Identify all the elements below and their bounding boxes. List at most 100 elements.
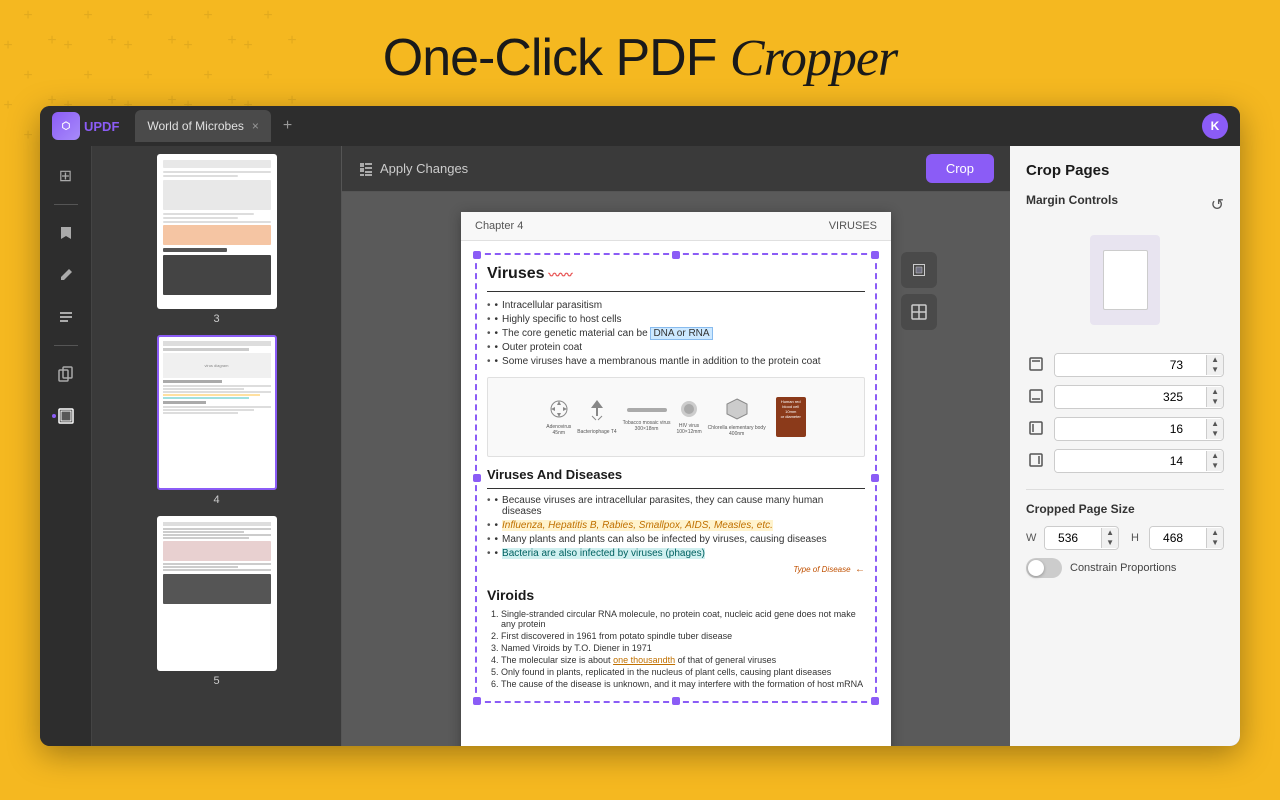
thumbnail-image-3: [157, 154, 277, 309]
height-stepper: ▲ ▼: [1206, 528, 1223, 548]
crop-handle-br[interactable]: [871, 697, 879, 705]
height-down[interactable]: ▼: [1207, 538, 1223, 548]
crop-handle-lm[interactable]: [473, 474, 481, 482]
disease-bullet-2: •Influenza, Hepatitis B, Rabies, Smallpo…: [487, 520, 865, 531]
constrain-toggle[interactable]: [1026, 558, 1062, 578]
viroid-item-3: Named Viroids by T.O. Diener in 1971: [501, 643, 865, 653]
thumbnails-icon[interactable]: ⊞: [48, 158, 84, 194]
bottom-margin-input-wrap: ▲ ▼: [1054, 385, 1224, 409]
app-body: ⊞: [40, 146, 1240, 746]
height-input[interactable]: [1150, 527, 1206, 549]
crop-handle-tr[interactable]: [871, 251, 879, 259]
virus-diagram: Adenovirus45nm Bacteriophage T4: [487, 377, 865, 457]
text-list-icon[interactable]: [48, 299, 84, 335]
annotation-arrow: ←: [855, 564, 865, 575]
annotation-container: Type of Disease ←: [487, 559, 865, 577]
right-margin-down[interactable]: ▼: [1207, 461, 1223, 471]
top-margin-icon: [1026, 357, 1046, 374]
thumbnail-item-4[interactable]: virus diagram 4: [100, 335, 333, 506]
thumbnail-item-3[interactable]: 3: [100, 154, 333, 325]
width-down[interactable]: ▼: [1102, 538, 1118, 548]
disease-bullet-1: •Because viruses are intracellular paras…: [487, 495, 865, 517]
apply-changes-label: Apply Changes: [380, 161, 468, 176]
copy-icon[interactable]: [48, 356, 84, 392]
left-margin-down[interactable]: ▼: [1207, 429, 1223, 439]
width-input[interactable]: [1045, 527, 1101, 549]
left-margin-up[interactable]: ▲: [1207, 419, 1223, 429]
left-margin-icon: [1026, 421, 1046, 438]
diseases-subtitle: Viruses And Diseases: [487, 467, 865, 482]
adenovirus: Adenovirus45nm: [546, 399, 571, 436]
right-margin-icon: [1026, 453, 1046, 470]
right-margin-input[interactable]: [1055, 450, 1206, 472]
bookmark-icon[interactable]: [48, 215, 84, 251]
crop-layout-icon[interactable]: [48, 398, 84, 434]
user-avatar[interactable]: K: [1202, 113, 1228, 139]
right-margin-up[interactable]: ▲: [1207, 451, 1223, 461]
pdf-viewer: Chapter 4 VIRUSES: [342, 192, 1010, 746]
reset-margins-button[interactable]: ↺: [1211, 195, 1224, 215]
thumbnail-image-4: virus diagram: [157, 335, 277, 490]
floating-tools: [901, 252, 937, 330]
pdf-page: Chapter 4 VIRUSES: [461, 212, 891, 746]
toggle-knob: [1028, 560, 1044, 576]
main-title: One-Click PDF Cropper: [0, 28, 1280, 88]
thumbnail-image-5: [157, 516, 277, 671]
crop-handle-tl[interactable]: [473, 251, 481, 259]
panel-divider: [1026, 489, 1224, 490]
bottom-margin-up[interactable]: ▲: [1207, 387, 1223, 397]
size-reference: Human red blood cell 10mmor diameter: [776, 397, 806, 437]
apply-icon: [358, 161, 374, 177]
top-margin-input-wrap: ▲ ▼: [1054, 353, 1224, 377]
diseases-divider: [487, 488, 865, 489]
crop-mode-icon: [910, 261, 928, 279]
tab-close-button[interactable]: ×: [252, 119, 259, 133]
virus-squiggle: 〰〰: [549, 266, 573, 283]
crop-handle-bm[interactable]: [672, 697, 680, 705]
bacteriophage: Bacteriophage T4: [577, 400, 616, 435]
left-margin-row: ▲ ▼: [1026, 417, 1224, 441]
top-margin-up[interactable]: ▲: [1207, 355, 1223, 365]
margin-controls-label: Margin Controls: [1026, 193, 1118, 207]
title-cursive: Cropper: [730, 30, 897, 87]
width-up[interactable]: ▲: [1102, 528, 1118, 538]
bottom-margin-row: ▲ ▼: [1026, 385, 1224, 409]
disease-bullet-4: •Bacteria are also infected by viruses (…: [487, 548, 865, 559]
virus-bullet-list: •Intracellular parasitism •Highly specif…: [487, 300, 865, 367]
viroids-list: Single-stranded circular RNA molecule, n…: [487, 609, 865, 689]
viroid-item-4: The molecular size is about one thousand…: [501, 655, 865, 665]
grid-view-button[interactable]: [901, 294, 937, 330]
top-margin-down[interactable]: ▼: [1207, 365, 1223, 375]
chapter-label: Chapter 4: [475, 220, 523, 232]
constrain-label: Constrain Proportions: [1070, 562, 1176, 574]
height-up[interactable]: ▲: [1207, 528, 1223, 538]
crop-handle-rm[interactable]: [871, 474, 879, 482]
left-margin-input[interactable]: [1055, 418, 1206, 440]
document-tab[interactable]: World of Microbes ×: [135, 110, 271, 142]
crop-handle-bl[interactable]: [473, 697, 481, 705]
bottom-margin-input[interactable]: [1055, 386, 1206, 408]
bottom-margin-down[interactable]: ▼: [1207, 397, 1223, 407]
width-label: W: [1026, 532, 1038, 544]
diagram-content: Adenovirus45nm Bacteriophage T4: [542, 393, 809, 441]
preview-inner: [1103, 250, 1148, 310]
top-margin-input[interactable]: [1055, 354, 1206, 376]
grid-view-icon: [910, 303, 928, 321]
logo-box: ⬡: [52, 112, 80, 140]
bullet-3: •The core genetic material can be DNA or…: [487, 328, 865, 339]
logo-text: UPDF: [84, 119, 119, 134]
crop-overlay: Viruses 〰〰 •Intracellular parasitism •Hi…: [475, 253, 877, 703]
crop-handle-tm[interactable]: [672, 251, 680, 259]
thumbnail-item-5[interactable]: 5: [100, 516, 333, 687]
height-input-wrap: ▲ ▼: [1149, 526, 1224, 550]
bullet-2: •Highly specific to host cells: [487, 314, 865, 325]
title-regular: One-Click PDF: [383, 29, 730, 87]
pdf-page-body: Viruses 〰〰 •Intracellular parasitism •Hi…: [461, 241, 891, 723]
crop-button[interactable]: Crop: [926, 154, 994, 183]
apply-changes-button[interactable]: Apply Changes: [358, 161, 468, 177]
viroid-item-6: The cause of the disease is unknown, and…: [501, 679, 865, 689]
crop-mode-button[interactable]: [901, 252, 937, 288]
pen-icon[interactable]: [48, 257, 84, 293]
add-tab-button[interactable]: +: [279, 117, 296, 135]
right-margin-stepper: ▲ ▼: [1206, 451, 1223, 471]
